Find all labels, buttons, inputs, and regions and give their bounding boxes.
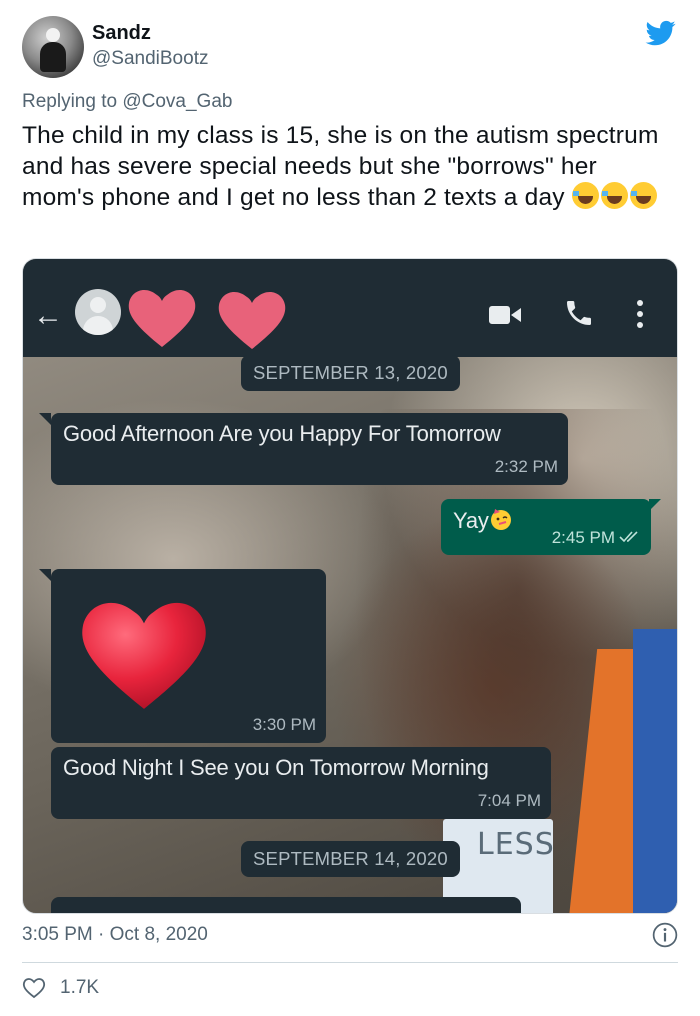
tears-of-joy-icon (600, 182, 628, 209)
message-time: 3:30 PM (252, 715, 316, 734)
heart-sticker-icon (128, 289, 196, 347)
message-text: Yay (453, 508, 489, 533)
attached-chat-screenshot[interactable]: LESS ← SEPTEMBER 13, 2020 Good Afternoon… (22, 258, 678, 914)
tweet-timestamp[interactable]: 3:05 PM · Oct 8, 2020 (22, 924, 208, 946)
like-count[interactable]: 1.7K (60, 977, 99, 999)
message-text: Good Afternoon Are you Happy For Tomorro… (63, 421, 501, 446)
bubble-tail (649, 499, 661, 511)
heart-like-icon[interactable] (22, 977, 46, 999)
incoming-message-bubble[interactable]: Good Afternoon Are you Happy For Tomorro… (51, 413, 568, 485)
message-text: Good Night I See you On Tomorrow Morning (63, 755, 489, 780)
phone-call-icon[interactable] (563, 297, 595, 329)
tweet-text: The child in my class is 15, she is on t… (22, 120, 672, 213)
red-heart-icon (82, 602, 206, 709)
tweet-card: Sandz @SandiBootz Replying to @Cova_Gab … (0, 0, 700, 1016)
message-time: 7:04 PM (477, 791, 541, 810)
info-icon[interactable] (652, 922, 678, 948)
message-text-wrap: Yay (453, 507, 513, 534)
tears-of-joy-icon (571, 182, 599, 209)
author-name[interactable]: Sandz (92, 22, 151, 45)
read-receipt-icon (619, 531, 638, 543)
heart-sticker-icon (218, 291, 286, 349)
back-arrow-icon[interactable]: ← (33, 299, 63, 333)
reply-context: Replying to @Cova_Gab (22, 91, 232, 113)
reply-mention-link[interactable]: @Cova_Gab (122, 91, 232, 112)
contact-avatar-icon[interactable] (75, 289, 121, 335)
author-avatar[interactable] (22, 16, 84, 78)
partying-face-icon (490, 509, 511, 530)
more-options-icon[interactable] (637, 299, 643, 329)
message-time: 2:32 PM (494, 457, 558, 476)
background-photo-text: LESS (477, 827, 555, 862)
tears-of-joy-icon (629, 182, 657, 209)
incoming-message-bubble[interactable]: Good Night I See you On Tomorrow Morning… (51, 747, 551, 819)
twitter-bird-icon (645, 20, 676, 46)
message-meta: 2:45 PM (552, 528, 641, 548)
bubble-tail (39, 569, 51, 581)
chat-header-bar: ← (23, 259, 677, 357)
avatar-figure-body (40, 42, 66, 72)
laughing-emoji-group (571, 182, 657, 209)
incoming-message-bubble-cutoff (51, 897, 521, 913)
tweet-body: The child in my class is 15, she is on t… (22, 122, 659, 211)
date-separator: SEPTEMBER 13, 2020 (241, 355, 460, 391)
message-time: 2:45 PM (551, 528, 615, 547)
avatar-figure-head (46, 28, 60, 42)
date-separator: SEPTEMBER 14, 2020 (241, 841, 460, 877)
video-call-icon[interactable] (489, 305, 521, 325)
author-handle[interactable]: @SandiBootz (92, 48, 208, 70)
photo-vest-blue (633, 629, 677, 913)
reply-prefix: Replying to (22, 91, 118, 112)
bubble-tail (39, 413, 51, 425)
divider (22, 962, 678, 963)
outgoing-message-bubble[interactable]: Yay 2:45 PM (441, 499, 651, 555)
